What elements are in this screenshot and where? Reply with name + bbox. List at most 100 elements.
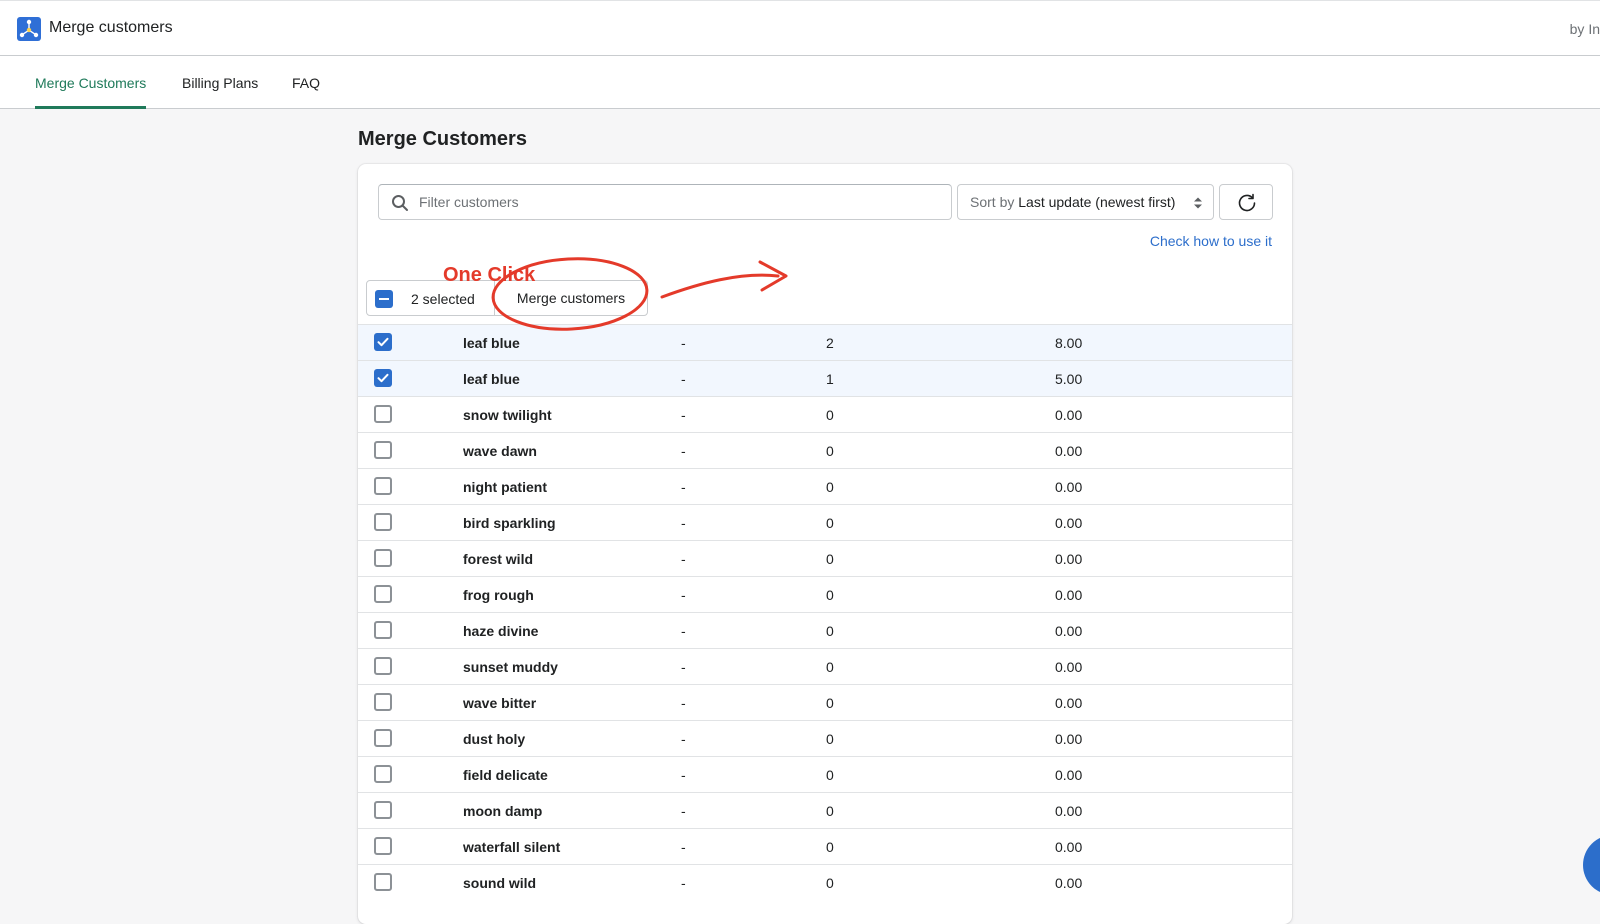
sort-value: Last update (newest first) (1018, 194, 1176, 210)
amount-spent: 0.00 (1055, 803, 1083, 819)
select-arrows-icon (1194, 197, 1202, 209)
customer-row[interactable]: leaf blue - 2 8.00 (358, 324, 1292, 360)
customer-email: - (681, 803, 686, 819)
customer-email: - (681, 623, 686, 639)
row-checkbox[interactable] (374, 585, 392, 603)
row-checkbox[interactable] (374, 873, 392, 891)
customer-email: - (681, 407, 686, 423)
amount-spent: 0.00 (1055, 839, 1083, 855)
row-checkbox[interactable] (374, 801, 392, 819)
customer-name: waterfall silent (463, 839, 561, 855)
customer-email: - (681, 731, 686, 747)
customer-name: haze divine (463, 623, 539, 639)
row-checkbox[interactable] (374, 405, 392, 423)
customer-name: forest wild (463, 551, 534, 567)
customer-email: - (681, 875, 686, 891)
amount-spent: 0.00 (1055, 587, 1083, 603)
customer-row[interactable]: sound wild - 0 0.00 (358, 864, 1292, 900)
amount-spent: 5.00 (1055, 371, 1083, 387)
customer-name: night patient (463, 479, 547, 495)
orders-count: 0 (826, 659, 834, 675)
customer-row[interactable]: frog rough - 0 0.00 (358, 576, 1292, 612)
orders-count: 1 (826, 371, 834, 387)
chat-widget-button[interactable] (1583, 835, 1600, 895)
amount-spent: 0.00 (1055, 767, 1083, 783)
customer-email: - (681, 767, 686, 783)
orders-count: 0 (826, 551, 834, 567)
amount-spent: 8.00 (1055, 335, 1083, 351)
row-checkbox[interactable] (374, 729, 392, 747)
customer-name: snow twilight (463, 407, 552, 423)
customer-row[interactable]: leaf blue - 1 5.00 (358, 360, 1292, 396)
customer-email: - (681, 335, 686, 351)
orders-count: 0 (826, 515, 834, 531)
customer-email: - (681, 515, 686, 531)
app-logo-icon (17, 17, 41, 41)
customer-name: frog rough (463, 587, 534, 603)
orders-count: 0 (826, 407, 834, 423)
customer-name: sunset muddy (463, 659, 558, 675)
indeterminate-checkbox-icon (375, 290, 393, 308)
orders-count: 0 (826, 839, 834, 855)
customer-email: - (681, 479, 686, 495)
check-how-to-use-link[interactable]: Check how to use it (1150, 233, 1272, 249)
row-checkbox[interactable] (374, 549, 392, 567)
selected-count-label: 2 selected (411, 291, 475, 307)
customer-row[interactable]: moon damp - 0 0.00 (358, 792, 1292, 828)
customer-row[interactable]: forest wild - 0 0.00 (358, 540, 1292, 576)
tab-bar: Merge Customers Billing Plans FAQ (0, 56, 1600, 109)
row-checkbox-checked[interactable] (374, 333, 392, 351)
customer-row[interactable]: wave bitter - 0 0.00 (358, 684, 1292, 720)
amount-spent: 0.00 (1055, 623, 1083, 639)
tab-faq[interactable]: FAQ (292, 75, 320, 109)
row-checkbox[interactable] (374, 621, 392, 639)
customer-row[interactable]: dust holy - 0 0.00 (358, 720, 1292, 756)
orders-count: 0 (826, 695, 834, 711)
customer-row[interactable]: night patient - 0 0.00 (358, 468, 1292, 504)
row-checkbox[interactable] (374, 477, 392, 495)
customer-row[interactable]: waterfall silent - 0 0.00 (358, 828, 1292, 864)
refresh-button[interactable] (1219, 184, 1273, 220)
row-checkbox[interactable] (374, 513, 392, 531)
customer-row[interactable]: wave dawn - 0 0.00 (358, 432, 1292, 468)
app-title: Merge customers (49, 19, 173, 36)
orders-count: 0 (826, 587, 834, 603)
checkmark-icon (377, 337, 389, 347)
row-checkbox-checked[interactable] (374, 369, 392, 387)
row-checkbox[interactable] (374, 765, 392, 783)
tab-billing-plans[interactable]: Billing Plans (182, 75, 258, 109)
customer-name: dust holy (463, 731, 526, 747)
row-checkbox[interactable] (374, 837, 392, 855)
customer-email: - (681, 659, 686, 675)
row-checkbox[interactable] (374, 693, 392, 711)
orders-count: 0 (826, 443, 834, 459)
refresh-icon (1238, 193, 1256, 212)
amount-spent: 0.00 (1055, 659, 1083, 675)
customer-name: wave bitter (463, 695, 537, 711)
sort-select[interactable]: Sort by Last update (newest first) (957, 184, 1214, 220)
customer-row[interactable]: field delicate - 0 0.00 (358, 756, 1292, 792)
tab-merge-customers[interactable]: Merge Customers (35, 75, 147, 109)
customer-list: leaf blue - 2 8.00 leaf blue - 1 5.00 snow twili… (358, 324, 1292, 900)
customer-row[interactable]: snow twilight - 0 0.00 (358, 396, 1292, 432)
app-header: Merge customers by In (0, 0, 1600, 56)
customer-row[interactable]: haze divine - 0 0.00 (358, 612, 1292, 648)
filter-customers-input[interactable] (419, 185, 939, 219)
orders-count: 0 (826, 479, 834, 495)
customer-name: wave dawn (463, 443, 537, 459)
row-checkbox[interactable] (374, 657, 392, 675)
orders-count: 0 (826, 623, 834, 639)
amount-spent: 0.00 (1055, 479, 1083, 495)
customer-row[interactable]: sunset muddy - 0 0.00 (358, 648, 1292, 684)
orders-count: 0 (826, 875, 834, 891)
customer-row[interactable]: bird sparkling - 0 0.00 (358, 504, 1292, 540)
customer-name: sound wild (463, 875, 537, 891)
orders-count: 2 (826, 335, 834, 351)
amount-spent: 0.00 (1055, 443, 1083, 459)
filter-field[interactable] (378, 184, 952, 220)
page-title: Merge Customers (358, 128, 527, 150)
customer-email: - (681, 839, 686, 855)
row-checkbox[interactable] (374, 441, 392, 459)
customer-name: bird sparkling (463, 515, 556, 531)
customer-email: - (681, 443, 686, 459)
